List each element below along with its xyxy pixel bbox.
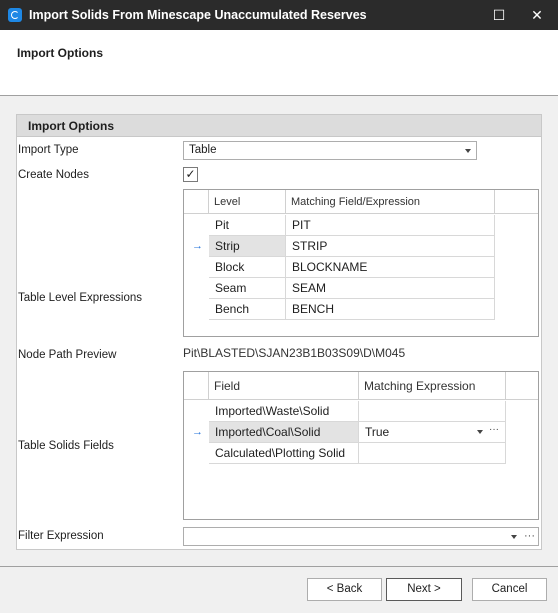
level-cell[interactable]: Bench (209, 299, 286, 320)
table-row[interactable]: Pit PIT (184, 215, 495, 236)
table-row[interactable]: Block BLOCKNAME (184, 257, 495, 278)
import-type-label: Import Type (18, 144, 79, 156)
table-solids-label: Table Solids Fields (18, 440, 114, 452)
wizard-header: Import Options (0, 30, 558, 96)
current-row-arrow-icon: → (192, 240, 203, 252)
footer-divider (0, 566, 558, 567)
create-nodes-label: Create Nodes (18, 169, 89, 181)
expression-value: True (365, 425, 390, 439)
node-path-label: Node Path Preview (18, 349, 117, 361)
column-header-matching-expression[interactable]: Matching Expression (359, 372, 506, 400)
next-button[interactable]: Next > (386, 578, 462, 601)
table-row[interactable]: Calculated\Plotting Solid (184, 443, 506, 464)
filter-expression-select[interactable]: ··· (183, 527, 539, 546)
field-cell[interactable]: Imported\Waste\Solid (209, 401, 359, 422)
group-title: Import Options (28, 119, 114, 133)
ellipsis-icon[interactable]: ··· (524, 528, 535, 545)
back-button[interactable]: < Back (307, 578, 382, 601)
grid-header: Field Matching Expression (184, 372, 538, 400)
solids-fields-grid[interactable]: Field Matching Expression Imported\Waste… (183, 371, 539, 520)
column-header-matching-field[interactable]: Matching Field/Expression (286, 190, 495, 214)
ellipsis-icon[interactable]: ··· (489, 424, 499, 435)
indicator-column-header (184, 372, 209, 400)
table-row[interactable]: Bench BENCH (184, 299, 495, 320)
chevron-down-icon (465, 149, 471, 153)
column-header-level[interactable]: Level (209, 190, 286, 214)
import-type-value: Table (189, 144, 217, 156)
expression-editor[interactable]: True ··· (359, 422, 506, 443)
chevron-down-icon[interactable] (477, 430, 483, 434)
table-row[interactable]: Imported\Waste\Solid (184, 401, 506, 422)
group-title-bar: Import Options (17, 115, 541, 137)
indicator-column-header (184, 190, 209, 214)
expression-cell[interactable]: PIT (286, 215, 495, 236)
level-cell[interactable]: Seam (209, 278, 286, 299)
table-row[interactable]: Seam SEAM (184, 278, 495, 299)
expression-cell[interactable]: BLOCKNAME (286, 257, 495, 278)
app-icon (8, 8, 22, 22)
window-title: Import Solids From Minescape Unaccumulat… (29, 8, 367, 22)
field-cell[interactable]: Imported\Coal\Solid (209, 422, 359, 443)
level-expressions-grid[interactable]: Level Matching Field/Expression Pit PIT … (183, 189, 539, 337)
import-type-select[interactable]: Table (183, 141, 477, 160)
node-path-preview: Pit\BLASTED\SJAN23B1B03S09\D\M045 (183, 346, 406, 360)
cancel-button[interactable]: Cancel (472, 578, 547, 601)
level-cell[interactable]: Block (209, 257, 286, 278)
table-row[interactable]: → Imported\Coal\Solid True ··· (184, 422, 506, 443)
page-title: Import Options (17, 46, 103, 60)
expression-cell[interactable] (359, 443, 506, 464)
title-bar: Import Solids From Minescape Unaccumulat… (0, 0, 558, 30)
chevron-down-icon[interactable] (511, 535, 517, 539)
field-cell[interactable]: Calculated\Plotting Solid (209, 443, 359, 464)
grid-header: Level Matching Field/Expression (184, 190, 538, 214)
filter-expression-label: Filter Expression (18, 530, 104, 542)
table-level-label: Table Level Expressions (18, 292, 143, 304)
expression-cell[interactable] (359, 401, 506, 422)
expression-cell[interactable]: BENCH (286, 299, 495, 320)
create-nodes-checkbox[interactable]: ✓ (183, 167, 198, 182)
maximize-button[interactable]: ☐ (482, 0, 516, 30)
column-header-field[interactable]: Field (209, 372, 359, 400)
expression-cell[interactable]: STRIP (286, 236, 495, 257)
level-cell[interactable]: Strip (209, 236, 286, 257)
level-cell[interactable]: Pit (209, 215, 286, 236)
close-button[interactable]: ✕ (520, 0, 554, 30)
expression-cell[interactable]: SEAM (286, 278, 495, 299)
current-row-arrow-icon: → (192, 426, 203, 438)
table-row[interactable]: → Strip STRIP (184, 236, 495, 257)
